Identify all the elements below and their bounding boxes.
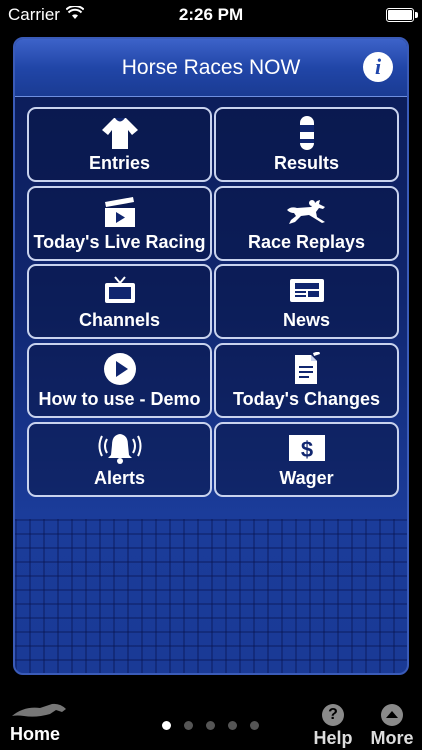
dollar-icon: $ bbox=[216, 430, 397, 466]
clapperboard-icon bbox=[29, 194, 210, 230]
demo-label: How to use - Demo bbox=[38, 389, 201, 409]
page-dot[interactable] bbox=[228, 721, 237, 730]
page-dot[interactable] bbox=[184, 721, 193, 730]
svg-text:$: $ bbox=[300, 437, 312, 462]
channels-label: Channels bbox=[78, 310, 161, 330]
status-bar: Carrier 2:26 PM bbox=[0, 0, 422, 30]
horse-head-icon bbox=[10, 700, 68, 727]
bell-icon bbox=[29, 430, 210, 466]
todays-changes-button[interactable]: Today's Changes bbox=[214, 343, 399, 418]
news-button[interactable]: News bbox=[214, 264, 399, 339]
more-label: More bbox=[370, 728, 414, 748]
entries-label: Entries bbox=[88, 153, 151, 173]
page-indicator[interactable] bbox=[162, 721, 259, 730]
live-racing-button[interactable]: Today's Live Racing bbox=[27, 186, 212, 261]
channels-button[interactable]: Channels bbox=[27, 264, 212, 339]
clock: 2:26 PM bbox=[178, 5, 244, 24]
results-label: Results bbox=[273, 153, 340, 173]
newspaper-icon bbox=[216, 272, 397, 308]
entries-button[interactable]: Entries bbox=[27, 107, 212, 182]
background-pattern bbox=[15, 519, 407, 673]
wager-label: Wager bbox=[279, 468, 334, 488]
battery-icon bbox=[386, 8, 418, 22]
live-racing-label: Today's Live Racing bbox=[33, 232, 206, 252]
tv-icon bbox=[29, 272, 210, 308]
page-dot[interactable] bbox=[206, 721, 215, 730]
wager-button[interactable]: $ Wager bbox=[214, 422, 399, 497]
race-replays-button[interactable]: Race Replays bbox=[214, 186, 399, 261]
alerts-button[interactable]: Alerts bbox=[27, 422, 212, 497]
finish-pole-icon bbox=[216, 115, 397, 151]
document-edit-icon bbox=[216, 351, 397, 387]
running-horse-icon bbox=[216, 194, 397, 230]
help-label: Help bbox=[313, 728, 353, 748]
jockey-silks-icon bbox=[29, 115, 210, 151]
home-label: Home bbox=[10, 724, 61, 744]
help-button[interactable]: ? Help bbox=[308, 684, 358, 750]
demo-button[interactable]: How to use - Demo bbox=[27, 343, 212, 418]
more-button[interactable]: More bbox=[366, 684, 418, 750]
results-button[interactable]: Results bbox=[214, 107, 399, 182]
bottom-toolbar: Home ? Help More bbox=[0, 684, 422, 750]
question-mark-icon: ? bbox=[322, 704, 344, 726]
app-title: Horse Races NOW bbox=[121, 56, 301, 79]
alerts-label: Alerts bbox=[93, 468, 146, 488]
race-replays-label: Race Replays bbox=[247, 232, 366, 252]
news-label: News bbox=[282, 310, 331, 330]
home-button[interactable]: Home bbox=[10, 684, 80, 750]
play-icon bbox=[29, 351, 210, 387]
app-header: Horse Races NOW i bbox=[15, 39, 407, 97]
page-dot[interactable] bbox=[162, 721, 171, 730]
todays-changes-label: Today's Changes bbox=[233, 389, 380, 409]
main-panel: Horse Races NOW i Entries Results Today'… bbox=[13, 37, 409, 675]
chevron-up-icon bbox=[381, 704, 403, 726]
info-button[interactable]: i bbox=[363, 52, 393, 82]
page-dot[interactable] bbox=[250, 721, 259, 730]
